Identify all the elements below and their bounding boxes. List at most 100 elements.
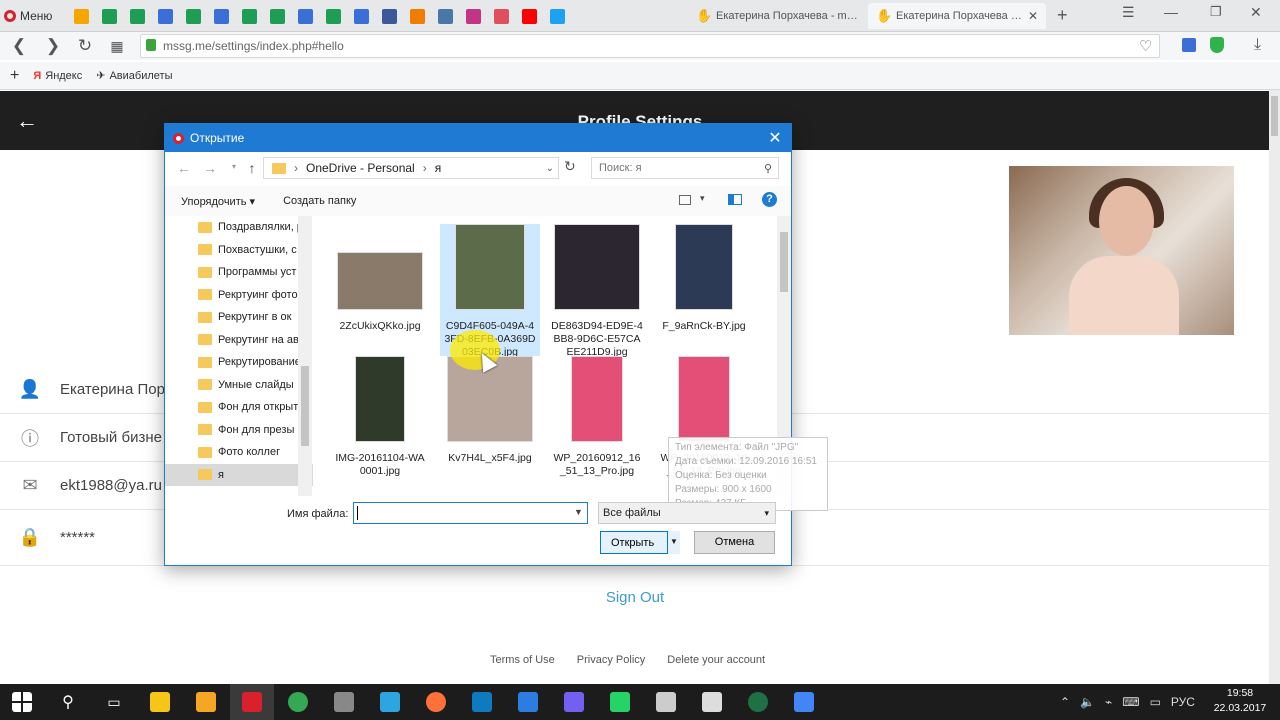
tree-item[interactable]: Рекрутинг в ок <box>165 306 313 329</box>
pinned-tab-icon[interactable] <box>546 5 568 27</box>
pinned-tab-icon[interactable] <box>490 5 512 27</box>
breadcrumb-item[interactable]: я <box>435 161 442 175</box>
search-input[interactable]: Поиск: я ⚲ <box>591 157 779 179</box>
dialog-close-icon[interactable]: ✕ <box>765 128 785 148</box>
browser-tab-active[interactable]: ✋ Екатерина Порхачева - mssg ✕ <box>868 3 1046 29</box>
tree-item[interactable]: Рекртуинг фото <box>165 284 313 307</box>
pinned-tab-icon[interactable] <box>350 5 372 27</box>
file-item[interactable]: 2ZcUkixQKko.jpg <box>330 224 430 356</box>
taskbar-app-icon[interactable] <box>138 684 182 720</box>
pinned-tab-icon[interactable] <box>378 5 400 27</box>
pinned-tab-icon[interactable] <box>238 5 260 27</box>
maximize-icon[interactable]: ❐ <box>1210 4 1222 20</box>
reload-icon[interactable]: ↻ <box>74 36 96 56</box>
chevron-down-icon[interactable]: ⌄ <box>546 163 554 174</box>
taskbar-app-icon[interactable] <box>782 684 826 720</box>
taskbar-app-icon[interactable] <box>276 684 320 720</box>
pinned-tab-icon[interactable] <box>266 5 288 27</box>
tab-menu-icon[interactable]: ☰ <box>1122 4 1135 21</box>
breadcrumb-item[interactable]: OneDrive - Personal <box>306 161 415 175</box>
search-icon[interactable]: ⚲ <box>46 684 90 720</box>
file-item[interactable]: DE863D94-ED9E-4BB8-9D6C-E57CAEE211D9.jpg <box>547 224 647 358</box>
close-tab-icon[interactable]: ✕ <box>1028 9 1038 23</box>
pinned-tab-icon[interactable] <box>434 5 456 27</box>
pinned-tab-icon[interactable] <box>126 5 148 27</box>
file-item[interactable]: IMG-20161104-WA0001.jpg <box>330 356 430 478</box>
breadcrumb[interactable]: › OneDrive - Personal › я ⌄ <box>263 157 559 179</box>
tree-item[interactable]: Программы уст <box>165 261 313 284</box>
new-folder-button[interactable]: Создать папку <box>283 195 356 207</box>
back-arrow-icon[interactable]: ← <box>16 108 38 134</box>
file-item[interactable]: WP_20160912_16_51_13_Pro.jpg <box>547 356 647 478</box>
pinned-tab-icon[interactable] <box>462 5 484 27</box>
pinned-tab-icon[interactable] <box>70 5 92 27</box>
file-item[interactable]: F_9aRnCk-BY.jpg <box>654 224 754 356</box>
network-icon[interactable]: ⌁ <box>1105 695 1112 709</box>
taskbar-app-icon[interactable] <box>368 684 412 720</box>
tree-item[interactable]: Поздравлялки, р <box>165 216 313 239</box>
bookmark-yandex[interactable]: Я Яндекс <box>33 70 82 82</box>
keyboard-icon[interactable]: ⌨ <box>1122 695 1139 709</box>
taskbar-app-icon[interactable] <box>736 684 780 720</box>
tree-item[interactable]: Фон для презы <box>165 419 313 442</box>
taskbar-app-icon[interactable] <box>552 684 596 720</box>
close-window-icon[interactable]: ✕ <box>1250 4 1262 21</box>
forward-icon[interactable]: ❯ <box>42 36 64 56</box>
help-icon[interactable]: ? <box>762 192 777 207</box>
filename-input[interactable] <box>353 502 588 524</box>
taskbar-app-icon[interactable] <box>644 684 688 720</box>
browser-menu-button[interactable]: Меню <box>4 6 52 26</box>
cancel-button[interactable]: Отмена <box>694 531 775 554</box>
page-scrollbar[interactable] <box>1269 90 1280 684</box>
tree-item[interactable]: Фон для открыт <box>165 396 313 419</box>
taskbar-app-icon[interactable] <box>184 684 228 720</box>
tree-item[interactable]: я <box>165 463 313 486</box>
new-tab-icon[interactable]: + <box>1057 5 1068 26</box>
pinned-tab-icon[interactable] <box>294 5 316 27</box>
pinned-tab-icon[interactable] <box>154 5 176 27</box>
taskbar-app-icon[interactable] <box>322 684 366 720</box>
file-item[interactable]: Kv7H4L_x5F4.jpg <box>440 356 540 478</box>
taskbar-app-icon[interactable] <box>414 684 458 720</box>
pinned-tab-icon[interactable] <box>182 5 204 27</box>
refresh-icon[interactable]: ↻ <box>564 158 576 175</box>
pinned-tab-icon[interactable] <box>322 5 344 27</box>
add-bookmark-icon[interactable]: + <box>10 67 19 85</box>
tree-item[interactable]: Умные слайды <box>165 374 313 397</box>
heart-icon[interactable]: ♡ <box>1139 37 1152 55</box>
extension-icon[interactable] <box>1182 38 1196 52</box>
privacy-link[interactable]: Privacy Policy <box>577 654 645 666</box>
delete-account-link[interactable]: Delete your account <box>667 654 765 666</box>
taskbar-app-icon[interactable] <box>460 684 504 720</box>
taskbar-app-icon[interactable] <box>598 684 642 720</box>
task-view-icon[interactable]: ▭ <box>92 684 136 720</box>
terms-link[interactable]: Terms of Use <box>490 654 555 666</box>
windows-start-icon[interactable] <box>0 684 44 720</box>
chevron-up-icon[interactable]: ⌃ <box>1060 695 1070 709</box>
language-indicator[interactable]: РУС <box>1171 695 1195 709</box>
url-field[interactable]: mssg.me/settings/index.php#hello <box>140 34 1160 58</box>
up-folder-icon[interactable]: ↑ <box>243 160 261 176</box>
file-type-select[interactable]: Все файлы ▾ <box>598 502 776 524</box>
open-split-dropdown-icon[interactable]: ▼ <box>667 531 680 554</box>
pinned-tab-icon[interactable] <box>210 5 232 27</box>
battery-icon[interactable]: ▭ <box>1150 695 1161 709</box>
organize-button[interactable]: Упорядочить ▾ <box>181 195 255 208</box>
chevron-down-icon[interactable]: ▼ <box>574 507 583 517</box>
volume-icon[interactable]: 🔈 <box>1080 695 1095 709</box>
download-icon[interactable]: ⤓ <box>1254 36 1261 54</box>
taskbar-app-icon[interactable] <box>690 684 734 720</box>
tree-item[interactable]: Рекрутирование <box>165 351 313 374</box>
tree-scrollbar[interactable] <box>298 216 312 496</box>
minimize-icon[interactable]: — <box>1164 4 1178 20</box>
back-icon[interactable]: ❮ <box>8 36 30 56</box>
view-mode-icon[interactable] <box>679 195 691 205</box>
browser-tab[interactable]: ✋ Екатерина Порхачева - mssg <box>688 3 866 29</box>
tree-item[interactable]: Рекрутинг на ав <box>165 329 313 352</box>
tree-item[interactable]: Фото коллег <box>165 441 313 464</box>
preview-pane-icon[interactable] <box>728 194 742 205</box>
pinned-tab-icon[interactable] <box>518 5 540 27</box>
sign-out-link[interactable]: Sign Out <box>590 589 680 606</box>
dialog-back-icon[interactable]: ← <box>175 160 193 176</box>
dialog-forward-icon[interactable]: → <box>201 160 219 176</box>
